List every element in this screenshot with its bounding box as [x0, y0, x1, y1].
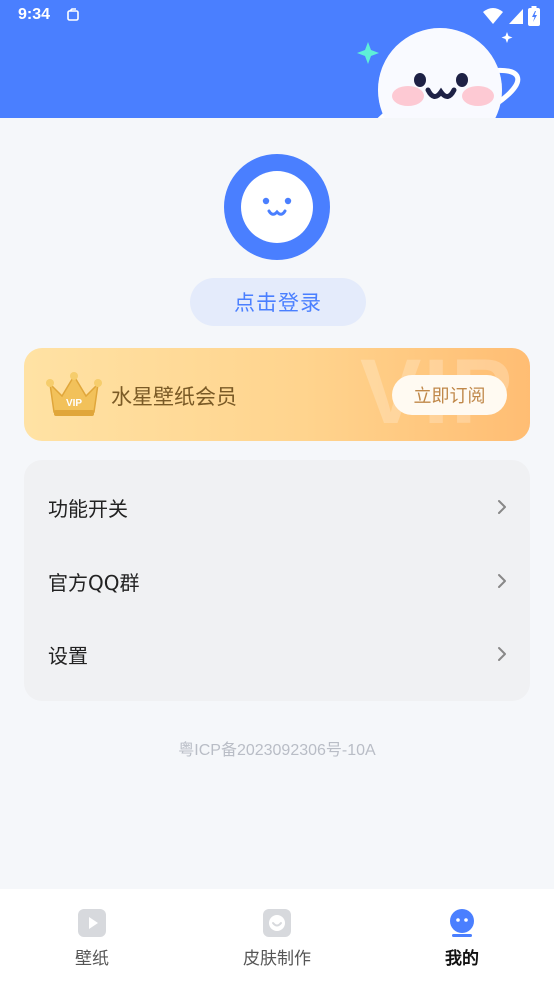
wifi-icon [483, 8, 503, 24]
chevron-right-icon [498, 574, 506, 588]
crown-vip-text: VIP [66, 398, 82, 409]
nav-tab-mine[interactable]: 我的 [370, 889, 554, 984]
profile-icon [450, 909, 474, 937]
menu-item-qq-group[interactable]: 官方QQ群 [24, 551, 530, 611]
login-button[interactable]: 点击登录 [190, 278, 366, 326]
nav-tab-skin[interactable]: 皮肤制作 [185, 889, 369, 984]
menu-item-settings[interactable]: 设置 [24, 624, 530, 684]
chevron-right-icon [498, 500, 506, 514]
nav-tab-label: 壁纸 [75, 949, 109, 969]
avatar[interactable] [224, 154, 330, 260]
nav-tab-wallpaper[interactable]: 壁纸 [0, 889, 184, 984]
crown-icon: VIP [46, 372, 102, 416]
menu-item-label: 官方QQ群 [48, 570, 140, 595]
notification-icon [67, 8, 79, 21]
settings-menu: 功能开关 官方QQ群 设置 [24, 460, 530, 701]
nav-tab-label: 皮肤制作 [243, 949, 311, 969]
chevron-right-icon [498, 647, 506, 661]
play-icon [78, 909, 106, 937]
menu-item-label: 设置 [48, 643, 88, 668]
header-banner: 9:34 [0, 0, 554, 118]
battery-icon [528, 6, 540, 26]
menu-item-label: 功能开关 [48, 496, 128, 521]
nav-tab-label: 我的 [445, 949, 479, 969]
subscribe-button[interactable]: 立即订阅 [392, 375, 507, 415]
icp-license-text: 粤ICP备2023092306号-10A [178, 742, 376, 759]
avatar-face-icon [241, 171, 313, 243]
skin-icon [263, 909, 291, 937]
signal-icon [509, 9, 523, 24]
status-time: 9:34 [18, 6, 51, 23]
bottom-nav: 壁纸 皮肤制作 我的 [0, 889, 554, 984]
menu-item-feature-toggles[interactable]: 功能开关 [24, 477, 530, 537]
mascot-planet-illustration [357, 28, 521, 118]
vip-title: 水星壁纸会员 [111, 385, 237, 409]
vip-membership-card[interactable]: VIP VIP 水星壁纸会员 立即订阅 [24, 348, 530, 441]
status-icons [482, 6, 540, 26]
